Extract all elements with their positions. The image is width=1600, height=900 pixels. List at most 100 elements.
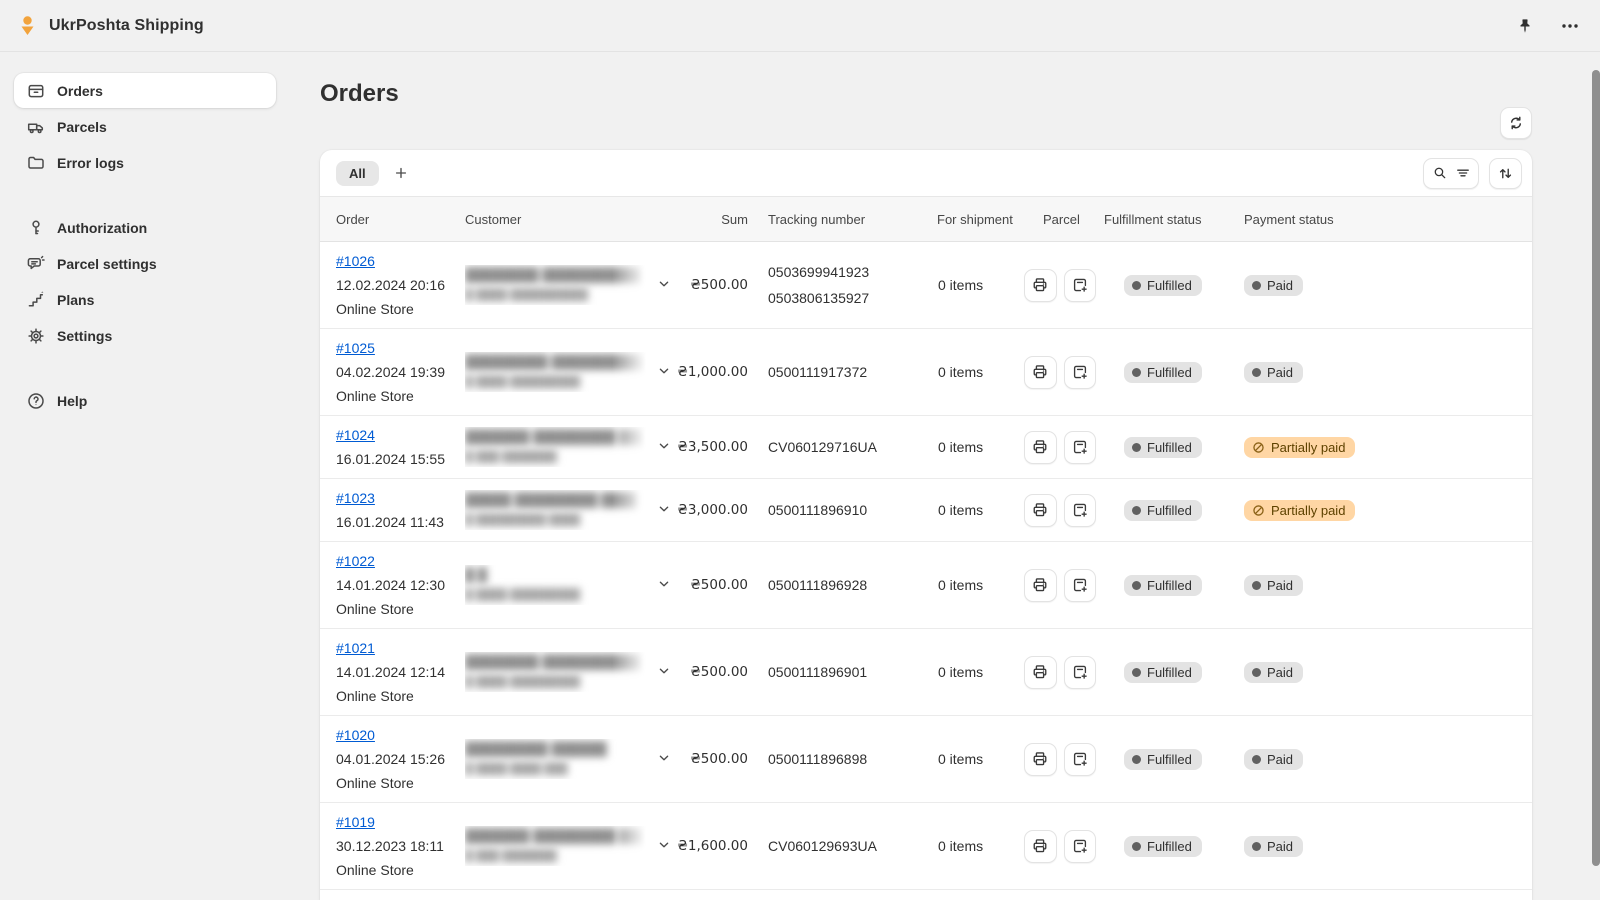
order-link[interactable]: #1023 [336, 490, 375, 506]
create-parcel-button[interactable] [1064, 494, 1097, 527]
sidebar-item-authorization[interactable]: Authorization [14, 210, 276, 245]
order-date: 14.01.2024 12:14 [336, 660, 465, 684]
sidebar-item-settings[interactable]: Settings [14, 318, 276, 353]
order-link[interactable]: #1021 [336, 640, 375, 656]
add-view-button[interactable] [387, 159, 415, 187]
chevron-down-icon [656, 576, 672, 592]
sum-cell: ₴500.00 [680, 577, 756, 593]
fulfillment-status-badge: Fulfilled [1124, 275, 1202, 296]
customer-expand-button[interactable] [656, 438, 672, 454]
order-link[interactable]: #1025 [336, 340, 375, 356]
question-circle-icon [26, 391, 46, 411]
payment-status-badge: Paid [1244, 575, 1303, 596]
customer-address-redacted: █ ████ █████████ [465, 585, 646, 605]
order-date: 16.01.2024 15:55 [336, 447, 465, 471]
order-link[interactable]: #1024 [336, 427, 375, 443]
sidebar-item-label: Error logs [57, 155, 124, 171]
print-label-button[interactable] [1024, 494, 1057, 527]
sidebar-item-orders[interactable]: Orders [14, 73, 276, 108]
sync-orders-button[interactable] [1500, 107, 1532, 139]
create-parcel-button[interactable] [1064, 269, 1097, 302]
customer-name-redacted: ████████ ███████████ [465, 652, 646, 672]
chevron-down-icon [656, 750, 672, 766]
status-dot-icon [1132, 281, 1141, 290]
payment-cell: Partially paid [1236, 500, 1532, 521]
order-cell: #102504.02.2024 19:39Online Store [320, 329, 465, 415]
sidebar-item-help[interactable]: Help [14, 383, 276, 418]
create-parcel-button[interactable] [1064, 743, 1097, 776]
sidebar-item-label: Settings [57, 328, 112, 344]
customer-expand-button[interactable] [656, 501, 672, 517]
print-label-button[interactable] [1024, 431, 1057, 464]
tracking-number: 0503806135927 [768, 290, 869, 306]
sum-cell: ₴500.00 [680, 751, 756, 767]
customer-cell: █████ █████████ █████ █████████ ████ [465, 490, 680, 530]
create-parcel-button[interactable] [1064, 356, 1097, 389]
column-header-sum: Sum [680, 212, 756, 227]
order-link[interactable]: #1020 [336, 727, 375, 743]
customer-expand-button[interactable] [656, 363, 672, 379]
customer-expand-button[interactable] [656, 837, 672, 853]
order-channel: Online Store [336, 297, 465, 321]
print-label-button[interactable] [1024, 743, 1057, 776]
customer-expand-button[interactable] [656, 576, 672, 592]
fulfillment-status-badge: Fulfilled [1124, 500, 1202, 521]
table-row: #101930.12.2023 18:11Online Store███████… [320, 803, 1532, 890]
customer-address-redacted: █ ███ ███████ [465, 447, 646, 467]
for-shipment-cell: 0 items [920, 664, 1016, 680]
order-date: 04.01.2024 15:26 [336, 747, 465, 771]
customer-expand-button[interactable] [656, 750, 672, 766]
plus-icon [393, 165, 409, 181]
print-label-button[interactable] [1024, 656, 1057, 689]
order-link[interactable]: #1019 [336, 814, 375, 830]
print-label-button[interactable] [1024, 569, 1057, 602]
tracking-cell: CV060129693UA [756, 838, 920, 854]
pin-icon[interactable] [1514, 15, 1536, 37]
fulfillment-cell: Fulfilled [1096, 575, 1236, 596]
page-title: Orders [290, 52, 1600, 108]
fulfillment-cell: Fulfilled [1096, 500, 1236, 521]
chevron-down-icon [656, 663, 672, 679]
create-parcel-button[interactable] [1064, 431, 1097, 464]
print-label-button[interactable] [1024, 269, 1057, 302]
status-dot-icon [1252, 755, 1261, 764]
create-parcel-button[interactable] [1064, 656, 1097, 689]
tracking-cell: 0500111917372 [756, 364, 920, 380]
tracking-number: 0500111896928 [768, 577, 867, 593]
sort-button[interactable] [1489, 158, 1522, 189]
printer-icon [1031, 663, 1049, 681]
more-menu-icon[interactable] [1558, 14, 1582, 38]
for-shipment-cell: 0 items [920, 277, 1016, 293]
customer-name-redacted: █████████ ███████████ [465, 352, 646, 372]
customer-cell: ███████ █████████ ████ ███ ███████ [465, 427, 680, 467]
sidebar-item-parcels[interactable]: Parcels [14, 109, 276, 144]
fulfillment-cell: Fulfilled [1096, 275, 1236, 296]
printer-icon [1031, 750, 1049, 768]
tracking-number: 0500111896901 [768, 664, 867, 680]
sidebar-item-error-logs[interactable]: Error logs [14, 145, 276, 180]
create-parcel-button[interactable] [1064, 830, 1097, 863]
sidebar-item-parcel-settings[interactable]: Parcel settings [14, 246, 276, 281]
tab-all[interactable]: All [336, 161, 379, 186]
search-icon [1432, 165, 1448, 181]
create-parcel-button[interactable] [1064, 569, 1097, 602]
sum-cell: ₴3,000.00 [680, 502, 756, 518]
order-link[interactable]: #1026 [336, 253, 375, 269]
order-date: 14.01.2024 12:30 [336, 573, 465, 597]
customer-expand-button[interactable] [656, 276, 672, 292]
order-link[interactable]: #1022 [336, 553, 375, 569]
customer-expand-button[interactable] [656, 663, 672, 679]
scrollbar-thumb[interactable] [1592, 70, 1600, 866]
sidebar-group: Help [0, 383, 290, 418]
add-parcel-icon [1071, 438, 1089, 456]
print-label-button[interactable] [1024, 356, 1057, 389]
column-header-order: Order [320, 212, 465, 227]
fulfillment-cell: Fulfilled [1096, 836, 1236, 857]
print-label-button[interactable] [1024, 830, 1057, 863]
search-filter-button[interactable] [1423, 158, 1479, 189]
order-cell: #102612.02.2024 20:16Online Store [320, 242, 465, 328]
sidebar-item-plans[interactable]: Plans [14, 282, 276, 317]
fulfillment-cell: Fulfilled [1096, 662, 1236, 683]
chevron-down-icon [656, 276, 672, 292]
payment-cell: Partially paid [1236, 437, 1532, 458]
